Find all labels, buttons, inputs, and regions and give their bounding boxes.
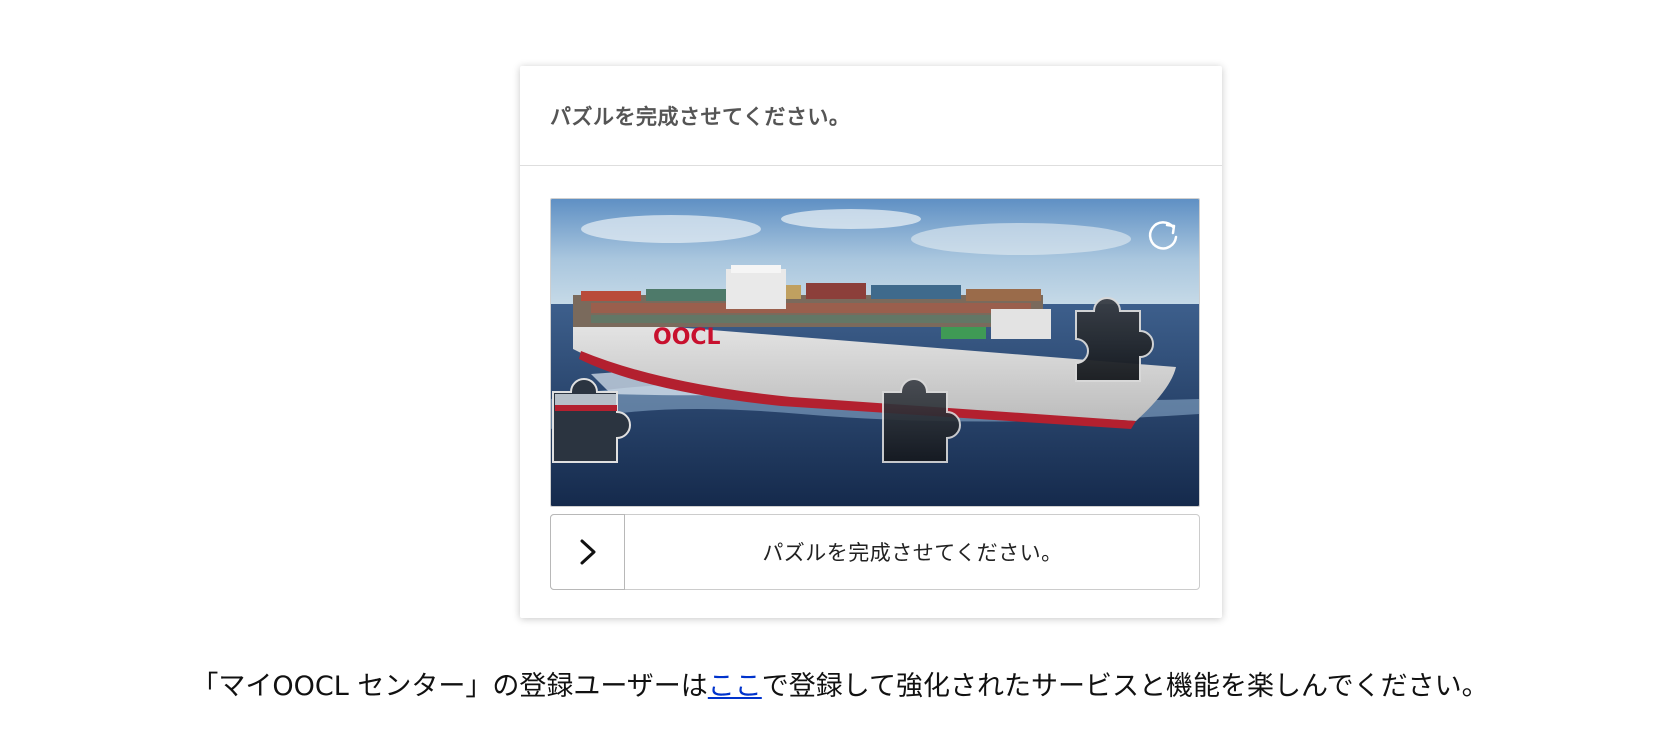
slider-track[interactable]: パズルを完成させてください。 [550, 514, 1200, 590]
register-link[interactable]: ここ [708, 671, 762, 702]
slider-label: パズルを完成させてください。 [762, 541, 1063, 565]
puzzle-image-graphic: OOCL [551, 199, 1199, 506]
chevron-right-icon [580, 539, 595, 565]
footer-text-before: 「マイOOCL センター」の登録ユーザーは [191, 671, 708, 702]
footer-message: 「マイOOCL センター」の登録ユーザーはここで登録して強化されたサービスと機能… [0, 664, 1680, 703]
captcha-title: パズルを完成させてください。 [550, 104, 851, 129]
captcha-card: パズルを完成させてください。 OOCL パズルを完成させてください。 [520, 66, 1222, 618]
captcha-header: パズルを完成させてください。 [520, 66, 1222, 166]
slider-handle[interactable] [550, 514, 625, 590]
image-brand-text: OOCL [653, 325, 721, 350]
puzzle-image: OOCL [550, 198, 1200, 507]
refresh-button[interactable] [1143, 215, 1183, 255]
footer-text-after: で登録して強化されたサービスと機能を楽しんでください。 [761, 671, 1489, 702]
refresh-icon [1148, 221, 1178, 250]
